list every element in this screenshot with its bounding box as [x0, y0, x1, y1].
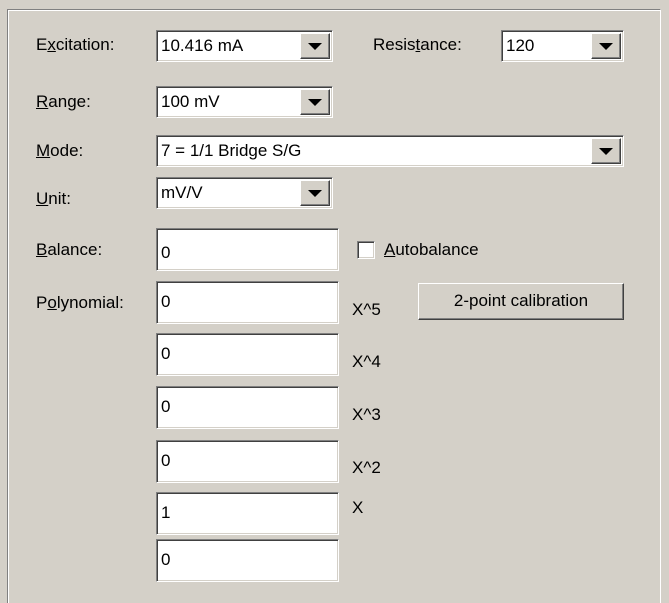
polynomial-term-label: X^3: [352, 405, 381, 424]
excitation-select[interactable]: 10.416 mA: [156, 30, 333, 62]
polynomial-coefficient-field[interactable]: 0: [156, 386, 339, 429]
mode-value: 7 = 1/1 Bridge S/G: [161, 141, 302, 160]
polynomial-term-label: X^2: [352, 458, 381, 477]
excitation-label: Excitation:: [36, 35, 115, 54]
polynomial-coefficient-field[interactable]: 0: [156, 539, 339, 582]
polynomial-label: Polynomial:: [36, 293, 124, 312]
polynomial-term-label: X^5: [352, 300, 381, 319]
polynomial-coefficient-field[interactable]: 0: [156, 440, 339, 483]
chevron-down-icon[interactable]: [300, 180, 330, 206]
balance-field[interactable]: 0: [156, 228, 339, 271]
coefficient-value: 0: [161, 451, 171, 470]
mode-label: Mode:: [36, 141, 84, 160]
range-value: 100 mV: [161, 92, 220, 111]
chevron-down-icon[interactable]: [300, 89, 330, 115]
polynomial-term-label: X: [352, 498, 364, 517]
unit-label: Unit:: [36, 189, 71, 208]
chevron-down-icon[interactable]: [591, 138, 621, 164]
polynomial-coefficient-field[interactable]: 0: [156, 333, 339, 376]
range-label: Range:: [36, 92, 91, 111]
polynomial-term-label: X^4: [352, 352, 381, 371]
coefficient-value: 0: [161, 550, 171, 569]
resistance-value: 120: [506, 36, 535, 55]
coefficient-value: 1: [161, 503, 171, 522]
autobalance-label[interactable]: Autobalance: [384, 240, 479, 260]
unit-value: mV/V: [161, 183, 203, 202]
autobalance-checkbox[interactable]: [357, 241, 375, 259]
polynomial-coefficient-field[interactable]: 1: [156, 492, 339, 535]
coefficient-value: 0: [161, 292, 171, 311]
chevron-down-icon[interactable]: [591, 33, 621, 59]
coefficient-value: 0: [161, 344, 171, 363]
coefficient-value: 0: [161, 397, 171, 416]
resistance-select[interactable]: 120: [501, 30, 624, 62]
resistance-label: Resistance:: [373, 35, 462, 54]
mode-select[interactable]: 7 = 1/1 Bridge S/G: [156, 135, 624, 167]
balance-value: 0: [161, 243, 171, 262]
chevron-down-icon[interactable]: [300, 33, 330, 59]
excitation-value: 10.416 mA: [161, 36, 244, 55]
range-select[interactable]: 100 mV: [156, 86, 333, 118]
unit-select[interactable]: mV/V: [156, 177, 333, 209]
two-point-calibration-button[interactable]: 2-point calibration: [418, 283, 624, 320]
balance-label: Balance:: [36, 240, 103, 259]
polynomial-coefficient-field[interactable]: 0: [156, 281, 339, 324]
